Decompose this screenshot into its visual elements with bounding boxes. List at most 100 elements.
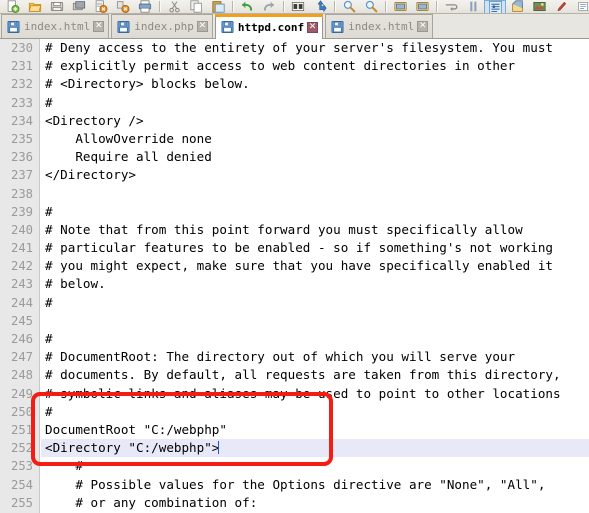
- zoom-in-icon[interactable]: [338, 0, 360, 13]
- redo-icon[interactable]: [258, 0, 280, 13]
- code-line[interactable]: # or any combination of:: [41, 494, 589, 512]
- close-file-icon[interactable]: [90, 0, 112, 13]
- floppy-disk-icon: [117, 20, 130, 33]
- line-number: 234: [10, 113, 33, 128]
- code-line[interactable]: DocumentRoot "C:/webphp": [41, 421, 589, 439]
- line-number: 249: [10, 386, 33, 401]
- line-number: 243: [10, 277, 33, 292]
- editor-tab-2[interactable]: index.php ✕: [111, 14, 213, 38]
- code-line[interactable]: #: [41, 294, 589, 312]
- tab-close-icon[interactable]: ✕: [307, 21, 319, 33]
- editor-tab-3[interactable]: httpd.conf ✕: [214, 14, 324, 39]
- line-number: 242: [10, 259, 33, 274]
- code-line[interactable]: # you might expect, make sure that you h…: [41, 257, 589, 275]
- editor-tab-4[interactable]: index.html ✕: [325, 14, 434, 38]
- code-line[interactable]: # explicitly permit access to web conten…: [41, 57, 589, 75]
- code-line[interactable]: # below.: [41, 275, 589, 293]
- user-defined-language-icon[interactable]: [528, 0, 550, 13]
- line-number: 248: [10, 368, 33, 383]
- toolbar[interactable]: [0, 0, 589, 14]
- line-number: 230: [10, 41, 33, 55]
- open-folder-icon[interactable]: [24, 0, 46, 13]
- editor-tab-bar[interactable]: index.html ✕ index.php ✕ httpd.conf ✕ index.ht…: [0, 14, 589, 39]
- line-number: 239: [10, 204, 33, 219]
- code-line[interactable]: Require all denied: [41, 148, 589, 166]
- separator-3: [280, 0, 287, 13]
- separator-1: [156, 0, 163, 13]
- editor-tab-label: index.html: [348, 20, 415, 33]
- code-line[interactable]: # Deny access to the entirety of your se…: [41, 39, 589, 57]
- close-all-files-icon[interactable]: [112, 0, 134, 13]
- cut-icon[interactable]: [163, 0, 185, 13]
- separator-2: [229, 0, 236, 13]
- line-number: 231: [10, 59, 33, 74]
- line-number: 238: [10, 186, 33, 201]
- code-line[interactable]: # Note that from this point forward you …: [41, 221, 589, 239]
- sync-vertical-scroll-icon[interactable]: [389, 0, 411, 13]
- code-line[interactable]: # Possible values for the Options direct…: [41, 476, 589, 494]
- code-line[interactable]: # documents. By default, all requests ar…: [41, 366, 589, 384]
- show-indent-guide-icon[interactable]: [484, 0, 506, 13]
- tab-close-icon[interactable]: ✕: [417, 21, 429, 32]
- code-line-text: <Directory "C:/webphp">: [45, 440, 220, 456]
- floppy-disk-icon: [7, 20, 20, 33]
- separator-5: [382, 0, 389, 13]
- zoom-out-icon[interactable]: [360, 0, 382, 13]
- line-number: 252: [10, 441, 33, 456]
- sync-horizontal-scroll-icon[interactable]: [411, 0, 433, 13]
- line-number: 241: [10, 241, 33, 256]
- tab-close-icon[interactable]: ✕: [196, 21, 208, 32]
- replace-icon[interactable]: [309, 0, 331, 13]
- code-line[interactable]: #: [41, 330, 589, 348]
- line-number: 240: [10, 222, 33, 237]
- line-number: 233: [10, 95, 33, 110]
- editor-tab-label: index.html: [24, 20, 91, 33]
- copy-icon[interactable]: [185, 0, 207, 13]
- line-number: 244: [10, 295, 33, 310]
- code-line[interactable]: # particular features to be enabled - so…: [41, 239, 589, 257]
- text-cursor: [218, 441, 220, 455]
- line-number: 247: [10, 350, 33, 365]
- code-line[interactable]: # DocumentRoot: The directory out of whi…: [41, 348, 589, 366]
- word-wrap-icon[interactable]: [440, 0, 462, 13]
- line-number: 237: [10, 168, 33, 183]
- code-line[interactable]: [41, 312, 589, 330]
- code-line[interactable]: #: [41, 403, 589, 421]
- floppy-disk-icon: [221, 21, 234, 33]
- code-line[interactable]: <Directory />: [41, 112, 589, 130]
- undo-icon[interactable]: [236, 0, 258, 13]
- code-text-area[interactable]: # Deny access to the entirety of your se…: [41, 39, 589, 513]
- code-line[interactable]: <Directory "C:/webphp">: [41, 439, 589, 458]
- notepad-plus-plus-window: index.html ✕ index.php ✕ httpd.conf ✕ index.ht…: [0, 0, 589, 513]
- editor-tab-1[interactable]: index.html ✕: [1, 14, 110, 38]
- paste-icon[interactable]: [207, 0, 229, 13]
- line-number: 255: [10, 495, 33, 510]
- floppy-disk-icon: [331, 20, 344, 33]
- line-number: 235: [10, 131, 33, 146]
- find-icon[interactable]: [287, 0, 309, 13]
- separator-6: [433, 0, 440, 13]
- line-number: 245: [10, 313, 33, 328]
- tab-close-icon[interactable]: ✕: [93, 21, 105, 32]
- line-number: 253: [10, 459, 33, 474]
- line-number-gutter: 230 231 232 233 234 235 236 237 238 239 240 241 242 2…: [0, 39, 40, 513]
- code-line[interactable]: AllowOverride none: [41, 130, 589, 148]
- save-icon[interactable]: [46, 0, 68, 13]
- document-map-icon[interactable]: [550, 0, 572, 13]
- new-file-icon[interactable]: [2, 0, 24, 13]
- print-icon[interactable]: [134, 0, 156, 13]
- line-number: 232: [10, 77, 33, 92]
- code-line[interactable]: #: [41, 203, 589, 221]
- save-all-icon[interactable]: [68, 0, 90, 13]
- code-line[interactable]: [41, 185, 589, 203]
- code-line[interactable]: # <Directory> blocks below.: [41, 75, 589, 93]
- show-all-characters-icon[interactable]: [462, 0, 484, 13]
- code-line[interactable]: # symbolic links and aliases may be used…: [41, 385, 589, 403]
- code-line[interactable]: </Directory>: [41, 166, 589, 184]
- code-line[interactable]: #: [41, 457, 589, 475]
- show-whitespace-icon[interactable]: [506, 0, 528, 13]
- code-editor[interactable]: 230 231 232 233 234 235 236 237 238 239 240 241 242 2…: [0, 39, 589, 513]
- function-list-icon[interactable]: [572, 0, 589, 13]
- code-line[interactable]: #: [41, 94, 589, 112]
- line-number: 250: [10, 404, 33, 419]
